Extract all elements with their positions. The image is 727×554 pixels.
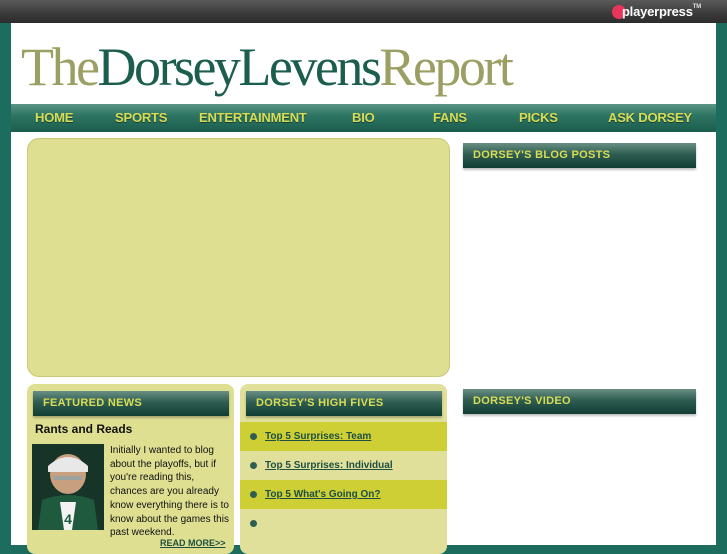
- main-content: DORSEY'S BLOG POSTS DORSEY'S VIDEO FEATU…: [11, 132, 716, 554]
- nav-entertainment[interactable]: ENTERTAINMENT: [199, 110, 307, 125]
- svg-text:4: 4: [64, 511, 72, 527]
- blog-posts-heading: DORSEY'S BLOG POSTS: [463, 143, 696, 168]
- bullet-icon: [250, 520, 257, 527]
- news-title[interactable]: Rants and Reads: [35, 422, 132, 436]
- playerpress-logo[interactable]: playerpressTM: [611, 3, 701, 20]
- playerpress-brand: playerpressTM: [621, 4, 701, 19]
- featured-news-card: FEATURED NEWS Rants and Reads 4 Initiall…: [27, 384, 234, 554]
- nav-home[interactable]: HOME: [35, 110, 73, 125]
- nav-ask-dorsey[interactable]: ASK DORSEY: [608, 110, 692, 125]
- trademark-mark: TM: [692, 4, 701, 10]
- title-report: Report: [379, 37, 513, 97]
- high-five-link[interactable]: Top 5 What's Going On?: [265, 489, 381, 500]
- masthead: TheDorseyLevensReport: [11, 23, 716, 104]
- top-bar: playerpressTM: [0, 0, 727, 23]
- nav-picks[interactable]: PICKS: [519, 110, 558, 125]
- video-heading: DORSEY'S VIDEO: [463, 389, 696, 414]
- news-photo[interactable]: 4: [32, 444, 104, 530]
- high-five-link[interactable]: Top 5 Surprises: Team: [265, 431, 371, 442]
- high-fives-card: DORSEY'S HIGH FIVES Top 5 Surprises: Tea…: [240, 384, 447, 554]
- site-title[interactable]: TheDorseyLevensReport: [21, 37, 514, 97]
- page-frame: TheDorseyLevensReport HOME SPORTS ENTERT…: [11, 23, 716, 554]
- read-more-link[interactable]: READ MORE>>: [160, 538, 226, 548]
- list-item[interactable]: [240, 509, 447, 538]
- nav-bio[interactable]: BIO: [352, 110, 375, 125]
- high-five-link[interactable]: Top 5 Surprises: Individual: [265, 460, 393, 471]
- list-item[interactable]: Top 5 Surprises: Team: [240, 422, 447, 451]
- featured-news-heading: FEATURED NEWS: [33, 391, 229, 416]
- title-the: The: [21, 37, 100, 97]
- high-fives-heading: DORSEY'S HIGH FIVES: [246, 391, 442, 416]
- bullet-icon: [250, 491, 257, 498]
- hero-feature-area[interactable]: [27, 138, 450, 377]
- nav-fans[interactable]: FANS: [433, 110, 467, 125]
- news-body: Initially I wanted to blog about the pla…: [110, 445, 229, 539]
- nav-sports[interactable]: SPORTS: [115, 110, 167, 125]
- list-item[interactable]: Top 5 What's Going On?: [240, 480, 447, 509]
- title-name: DorseyLevens: [97, 37, 381, 97]
- list-item[interactable]: Top 5 Surprises: Individual: [240, 451, 447, 480]
- main-nav: HOME SPORTS ENTERTAINMENT BIO FANS PICKS…: [11, 104, 716, 132]
- bullet-icon: [250, 462, 257, 469]
- bullet-icon: [250, 433, 257, 440]
- player-photo-icon: 4: [32, 444, 104, 530]
